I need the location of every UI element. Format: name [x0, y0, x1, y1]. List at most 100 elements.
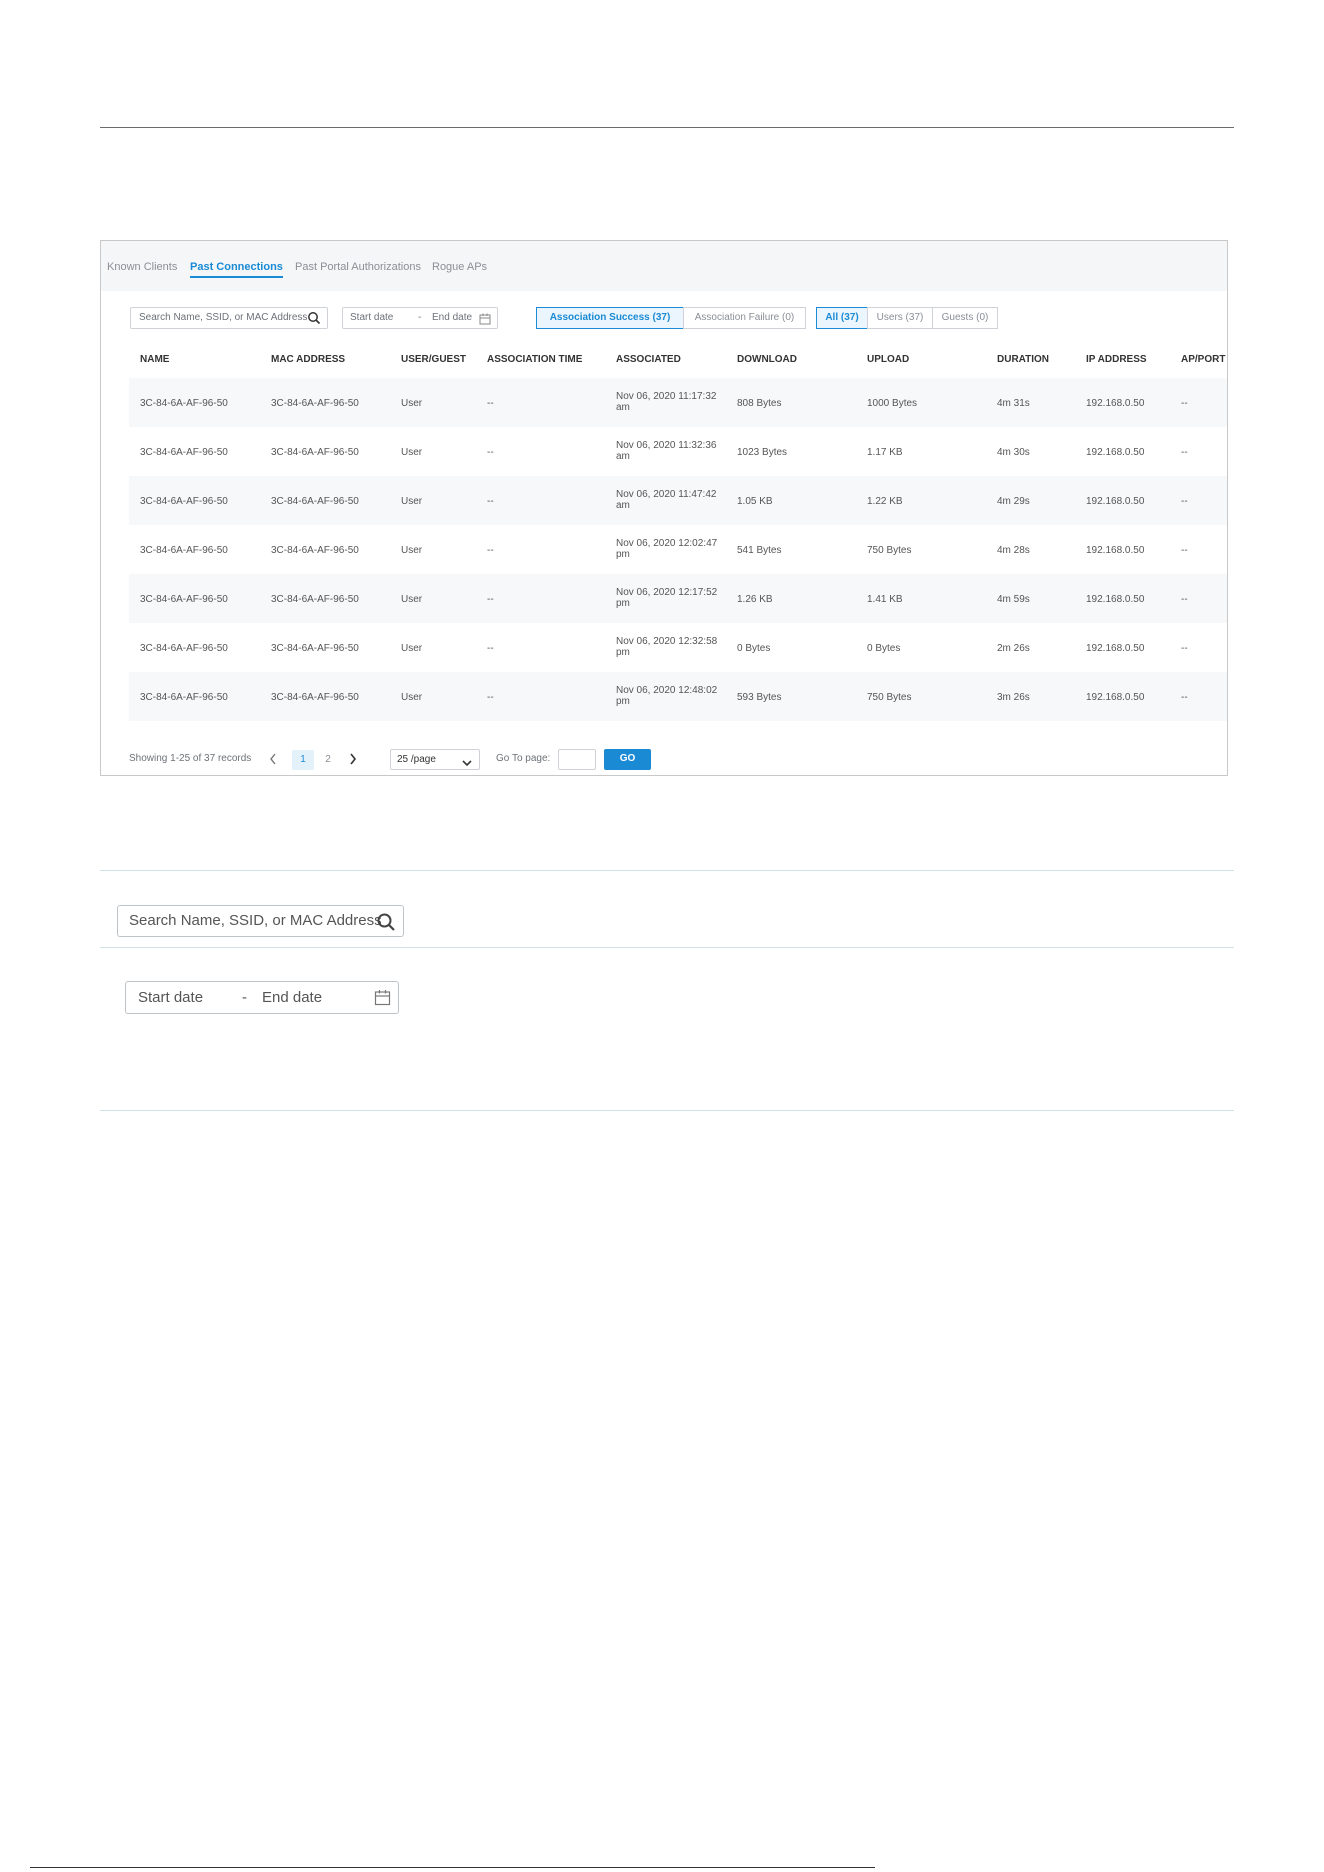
col-mac-address[interactable]: MAC ADDRESS: [271, 354, 345, 365]
page-1-button[interactable]: 1: [292, 750, 314, 770]
cell-association-time: --: [487, 447, 494, 458]
cell-user-guest: User: [401, 594, 423, 605]
cell-upload: 1.22 KB: [867, 496, 903, 507]
cell-mac-address: 3C-84-6A-AF-96-50: [271, 692, 359, 703]
cell-duration: 4m 29s: [997, 496, 1030, 507]
cell-ap-port: --: [1181, 643, 1188, 654]
cell-ip-address: 192.168.0.50: [1086, 692, 1145, 703]
cell-ip-address: 192.168.0.50: [1086, 447, 1145, 458]
search-icon[interactable]: [376, 912, 396, 937]
table-row[interactable]: 3C-84-6A-AF-96-50 3C-84-6A-AF-96-50 User --…: [129, 672, 1227, 721]
cell-ip-address: 192.168.0.50: [1086, 594, 1145, 605]
cell-ap-port: --: [1181, 545, 1188, 556]
cell-download: 1.05 KB: [737, 496, 773, 507]
pagination-bar: Showing 1-25 of 37 records 1 2 25 /page …: [101, 741, 1227, 775]
date-range-picker[interactable]: Start date - End date: [342, 307, 498, 329]
tab-known-clients[interactable]: Known Clients: [107, 261, 177, 273]
past-connections-panel: Known Clients Past Connections Past Port…: [100, 240, 1228, 776]
cell-ap-port: --: [1181, 692, 1188, 703]
cell-download: 1023 Bytes: [737, 447, 788, 458]
cell-ip-address: 192.168.0.50: [1086, 643, 1145, 654]
search-input[interactable]: Search Name, SSID, or MAC Address: [130, 307, 328, 329]
page-2-button[interactable]: 2: [317, 750, 339, 770]
cell-name: 3C-84-6A-AF-96-50: [140, 447, 228, 458]
section-divider: [100, 947, 1234, 948]
cell-duration: 4m 30s: [997, 447, 1030, 458]
cell-duration: 4m 59s: [997, 594, 1030, 605]
start-date-input[interactable]: Start date: [350, 312, 393, 323]
calendar-icon[interactable]: [479, 312, 491, 330]
end-date-input[interactable]: End date: [432, 312, 472, 323]
col-duration[interactable]: DURATION: [997, 354, 1049, 365]
col-ap-port[interactable]: AP/PORT: [1181, 354, 1225, 365]
col-associated[interactable]: ASSOCIATED: [616, 354, 681, 365]
tab-rogue-aps[interactable]: Rogue APs: [432, 261, 487, 273]
cell-association-time: --: [487, 398, 494, 409]
cell-user-guest: User: [401, 496, 423, 507]
search-icon[interactable]: [307, 311, 321, 330]
chevron-left-icon[interactable]: [268, 752, 278, 771]
cell-ap-port: --: [1181, 594, 1188, 605]
date-range-picker-zoomed[interactable]: Start date - End date: [125, 981, 399, 1014]
table-row[interactable]: 3C-84-6A-AF-96-50 3C-84-6A-AF-96-50 User --…: [129, 574, 1227, 623]
table-row[interactable]: 3C-84-6A-AF-96-50 3C-84-6A-AF-96-50 User --…: [129, 525, 1227, 574]
tab-past-portal-authorizations[interactable]: Past Portal Authorizations: [295, 261, 421, 273]
cell-ip-address: 192.168.0.50: [1086, 545, 1145, 556]
cell-association-time: --: [487, 545, 494, 556]
cell-download: 593 Bytes: [737, 692, 782, 703]
cell-upload: 750 Bytes: [867, 692, 912, 703]
cell-mac-address: 3C-84-6A-AF-96-50: [271, 398, 359, 409]
col-ip-address[interactable]: IP ADDRESS: [1086, 354, 1147, 365]
calendar-icon[interactable]: [374, 989, 391, 1011]
section-divider: [100, 1110, 1234, 1111]
cell-upload: 750 Bytes: [867, 545, 912, 556]
col-user-guest[interactable]: USER/GUEST: [401, 354, 466, 365]
cell-duration: 2m 26s: [997, 643, 1030, 654]
col-download[interactable]: DOWNLOAD: [737, 354, 797, 365]
cell-download: 541 Bytes: [737, 545, 782, 556]
association-failure-filter[interactable]: Association Failure (0): [683, 307, 806, 329]
col-association-time[interactable]: ASSOCIATION TIME: [487, 354, 582, 365]
col-upload[interactable]: UPLOAD: [867, 354, 909, 365]
go-button[interactable]: GO: [604, 749, 651, 770]
end-date-input-zoomed[interactable]: End date: [262, 989, 322, 1006]
cell-download: 808 Bytes: [737, 398, 782, 409]
page-size-select[interactable]: 25 /page: [390, 749, 480, 770]
search-input-zoomed[interactable]: Search Name, SSID, or MAC Address: [117, 905, 404, 937]
page-size-value: 25 /page: [397, 754, 436, 765]
cell-association-time: --: [487, 643, 494, 654]
chevron-right-icon[interactable]: [348, 752, 358, 771]
search-placeholder-zoomed: Search Name, SSID, or MAC Address: [129, 912, 382, 929]
filter-all[interactable]: All (37): [816, 307, 868, 329]
filter-guests[interactable]: Guests (0): [932, 307, 998, 329]
cell-ip-address: 192.168.0.50: [1086, 496, 1145, 507]
goto-label: Go To page:: [496, 753, 551, 764]
col-name[interactable]: NAME: [140, 354, 169, 365]
cell-associated: Nov 06, 2020 11:32:36 am: [616, 440, 717, 462]
goto-page-input[interactable]: [558, 749, 596, 770]
table-row[interactable]: 3C-84-6A-AF-96-50 3C-84-6A-AF-96-50 User --…: [129, 623, 1227, 672]
tab-past-connections[interactable]: Past Connections: [190, 261, 283, 278]
association-success-filter[interactable]: Association Success (37): [536, 307, 684, 329]
cell-association-time: --: [487, 594, 494, 605]
date-separator: -: [418, 312, 422, 323]
search-placeholder: Search Name, SSID, or MAC Address: [139, 312, 308, 323]
start-date-input-zoomed[interactable]: Start date: [138, 989, 203, 1006]
cell-user-guest: User: [401, 545, 423, 556]
filter-users[interactable]: Users (37): [867, 307, 933, 329]
cell-ap-port: --: [1181, 496, 1188, 507]
cell-name: 3C-84-6A-AF-96-50: [140, 692, 228, 703]
table-row[interactable]: 3C-84-6A-AF-96-50 3C-84-6A-AF-96-50 User --…: [129, 378, 1227, 427]
cell-download: 1.26 KB: [737, 594, 773, 605]
cell-associated: Nov 06, 2020 12:02:47 pm: [616, 538, 718, 560]
top-divider: [100, 127, 1234, 128]
cell-associated: Nov 06, 2020 11:47:42 am: [616, 489, 717, 511]
tab-bar: Known Clients Past Connections Past Port…: [101, 241, 1227, 291]
cell-download: 0 Bytes: [737, 643, 771, 654]
cell-mac-address: 3C-84-6A-AF-96-50: [271, 496, 359, 507]
table-row[interactable]: 3C-84-6A-AF-96-50 3C-84-6A-AF-96-50 User --…: [129, 427, 1227, 476]
cell-mac-address: 3C-84-6A-AF-96-50: [271, 447, 359, 458]
table-row[interactable]: 3C-84-6A-AF-96-50 3C-84-6A-AF-96-50 User --…: [129, 476, 1227, 525]
cell-user-guest: User: [401, 447, 423, 458]
cell-mac-address: 3C-84-6A-AF-96-50: [271, 594, 359, 605]
